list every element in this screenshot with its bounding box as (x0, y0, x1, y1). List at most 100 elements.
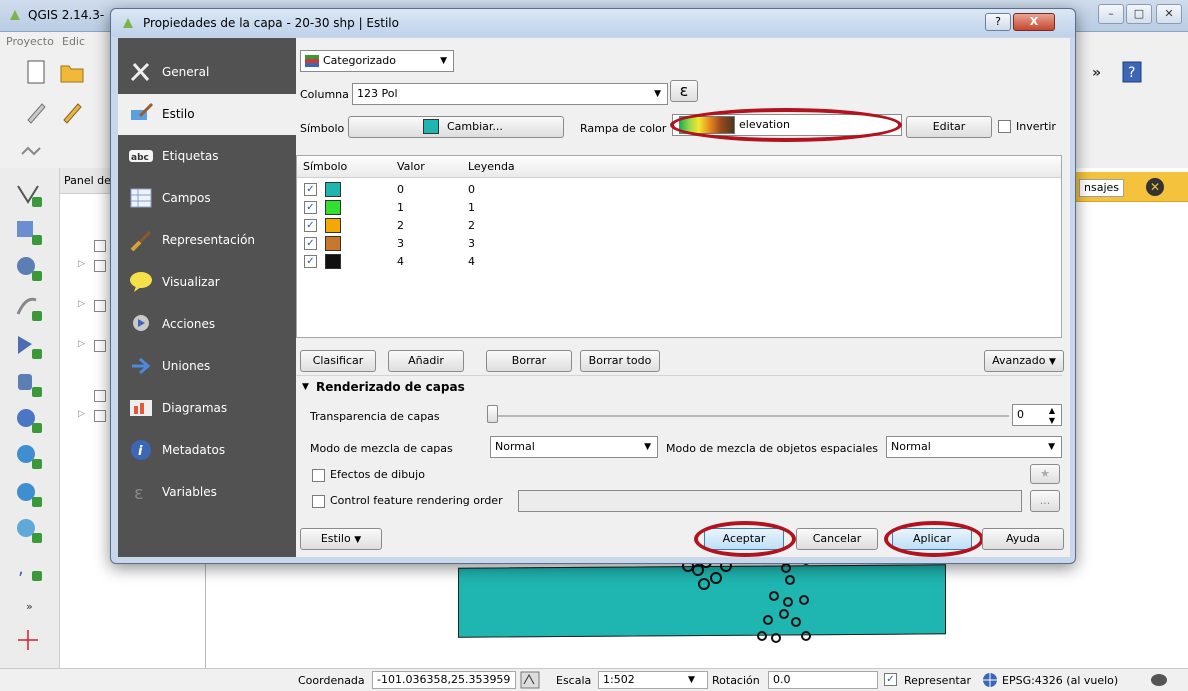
category-legend[interactable]: 0 (468, 183, 475, 196)
delete-all-button[interactable]: Borrar todo (580, 350, 660, 372)
coordinate-field[interactable]: -101.036358,25.353959 (372, 671, 516, 689)
column-header-legend[interactable]: Leyenda (468, 160, 515, 173)
toggle-extents-icon[interactable] (520, 671, 540, 689)
add-raster-layer-icon[interactable] (14, 218, 44, 246)
layer-visibility-checkbox[interactable] (94, 390, 106, 402)
close-message-icon[interactable]: ✕ (1146, 178, 1164, 196)
feature-blend-combo[interactable]: Normal ▼ (886, 436, 1062, 458)
classify-button[interactable]: Clasificar (300, 350, 376, 372)
category-legend[interactable]: 4 (468, 255, 475, 268)
category-checkbox[interactable]: ✓ (304, 237, 317, 250)
add-category-button[interactable]: Añadir (388, 350, 464, 372)
transparency-spinbox[interactable]: 0 ▲ ▼ (1012, 404, 1062, 426)
blend-mode-combo[interactable]: Normal ▼ (490, 436, 658, 458)
digitize-pencil-icon[interactable] (58, 98, 86, 126)
edit-pencil-icon[interactable] (22, 98, 50, 126)
help-icon[interactable]: ? (1118, 58, 1146, 86)
expand-arrow-icon[interactable]: ▷ (78, 299, 85, 309)
add-wcs-layer-icon[interactable] (14, 480, 44, 508)
scale-dropdown-arrow-icon[interactable]: ▼ (688, 675, 695, 685)
expand-arrow-icon[interactable]: ▷ (78, 259, 85, 269)
edit-ramp-button[interactable]: Editar (906, 116, 992, 138)
category-checkbox[interactable]: ✓ (304, 183, 317, 196)
expand-toolbar-icon[interactable]: » (14, 598, 44, 614)
expand-arrow-icon[interactable]: ▷ (78, 409, 85, 419)
expand-arrow-icon[interactable]: ▷ (78, 339, 85, 349)
advanced-button[interactable]: Avanzado ▼ (984, 350, 1064, 372)
sidebar-item-uniones[interactable]: Uniones (118, 346, 296, 387)
add-vector-layer-icon[interactable] (14, 180, 44, 208)
column-combo[interactable]: 123 Pol ▼ (352, 83, 668, 105)
table-row[interactable]: ✓ 1 1 (297, 199, 1061, 217)
minimize-button[interactable]: – (1098, 4, 1124, 24)
delete-category-button[interactable]: Borrar (486, 350, 572, 372)
layer-visibility-checkbox[interactable] (94, 340, 106, 352)
add-wms-layer-icon[interactable] (14, 442, 44, 470)
dialog-help-button[interactable]: ? (985, 13, 1011, 31)
crs-globe-icon[interactable] (982, 672, 998, 688)
close-window-button[interactable]: ✕ (1156, 4, 1182, 24)
draw-effects-checkbox[interactable] (312, 469, 325, 482)
help-button[interactable]: Ayuda (982, 528, 1064, 550)
categories-table[interactable]: Símbolo Valor Leyenda ✓ 0 0 ✓ 1 1 ✓ 2 2 (296, 155, 1062, 338)
table-row[interactable]: ✓ 3 3 (297, 235, 1061, 253)
section-title[interactable]: Renderizado de capas (316, 380, 465, 394)
open-folder-icon[interactable] (58, 58, 86, 86)
category-swatch[interactable] (325, 218, 341, 233)
add-mssql-layer-icon[interactable] (14, 332, 44, 360)
sidebar-item-estilo[interactable]: Estilo (118, 94, 296, 135)
spin-arrows-icon[interactable]: ▲ ▼ (1049, 406, 1055, 426)
category-legend[interactable]: 1 (468, 201, 475, 214)
layer-visibility-checkbox[interactable] (94, 260, 106, 272)
order-by-button[interactable]: ... (1030, 490, 1060, 512)
rotation-field[interactable]: 0.0 (768, 671, 878, 689)
category-swatch[interactable] (325, 182, 341, 197)
invert-checkbox[interactable] (998, 120, 1011, 133)
sidebar-item-campos[interactable]: Campos (118, 178, 296, 219)
dialog-close-button[interactable]: X (1013, 13, 1055, 31)
renderer-type-combo[interactable]: Categorizado ▼ (300, 50, 454, 72)
category-checkbox[interactable]: ✓ (304, 201, 317, 214)
table-row[interactable]: ✓ 4 4 (297, 253, 1061, 271)
menu-edicion[interactable]: Edic (62, 35, 85, 48)
messages-button[interactable]: nsajes (1079, 179, 1124, 197)
crs-status[interactable]: EPSG:4326 (al vuelo) (1002, 674, 1118, 687)
category-checkbox[interactable]: ✓ (304, 219, 317, 232)
collapse-arrow-icon[interactable]: ▼ (302, 382, 309, 392)
transparency-slider-track[interactable] (489, 415, 1009, 417)
table-row[interactable]: ✓ 0 0 (297, 181, 1061, 199)
sidebar-item-general[interactable]: General (118, 52, 296, 93)
sidebar-item-representacion[interactable]: Representación (118, 220, 296, 261)
category-swatch[interactable] (325, 200, 341, 215)
category-legend[interactable]: 2 (468, 219, 475, 232)
add-db2-layer-icon[interactable] (14, 370, 44, 398)
cancel-button[interactable]: Cancelar (796, 528, 878, 550)
add-delimited-text-icon[interactable]: , (14, 554, 44, 582)
category-checkbox[interactable]: ✓ (304, 255, 317, 268)
new-project-icon[interactable] (22, 58, 50, 86)
order-by-field[interactable] (518, 490, 1022, 512)
expression-button[interactable]: ε (670, 80, 698, 102)
sidebar-item-etiquetas[interactable]: abc Etiquetas (118, 136, 296, 177)
add-spatialite-layer-icon[interactable] (14, 294, 44, 322)
column-header-value[interactable]: Valor (397, 160, 425, 173)
maximize-button[interactable]: □ (1126, 4, 1152, 24)
messages-log-icon[interactable] (1150, 672, 1168, 688)
add-postgis-layer-icon[interactable] (14, 254, 44, 282)
layer-visibility-checkbox[interactable] (94, 300, 106, 312)
more-tools-icon[interactable]: » (1084, 58, 1112, 86)
table-row[interactable]: ✓ 2 2 (297, 217, 1061, 235)
column-header-symbol[interactable]: Símbolo (303, 160, 347, 173)
add-oracle-layer-icon[interactable] (14, 406, 44, 434)
category-legend[interactable]: 3 (468, 237, 475, 250)
add-wfs-layer-icon[interactable] (14, 516, 44, 544)
category-swatch[interactable] (325, 254, 341, 269)
category-swatch[interactable] (325, 236, 341, 251)
gps-icon[interactable] (14, 626, 44, 654)
sidebar-item-variables[interactable]: ε Variables (118, 472, 296, 513)
sidebar-item-acciones[interactable]: Acciones (118, 304, 296, 345)
sidebar-item-visualizar[interactable]: Visualizar (118, 262, 296, 303)
render-checkbox[interactable]: ✓ (884, 673, 897, 686)
layer-visibility-checkbox[interactable] (94, 240, 106, 252)
sidebar-item-metadatos[interactable]: i Metadatos (118, 430, 296, 471)
